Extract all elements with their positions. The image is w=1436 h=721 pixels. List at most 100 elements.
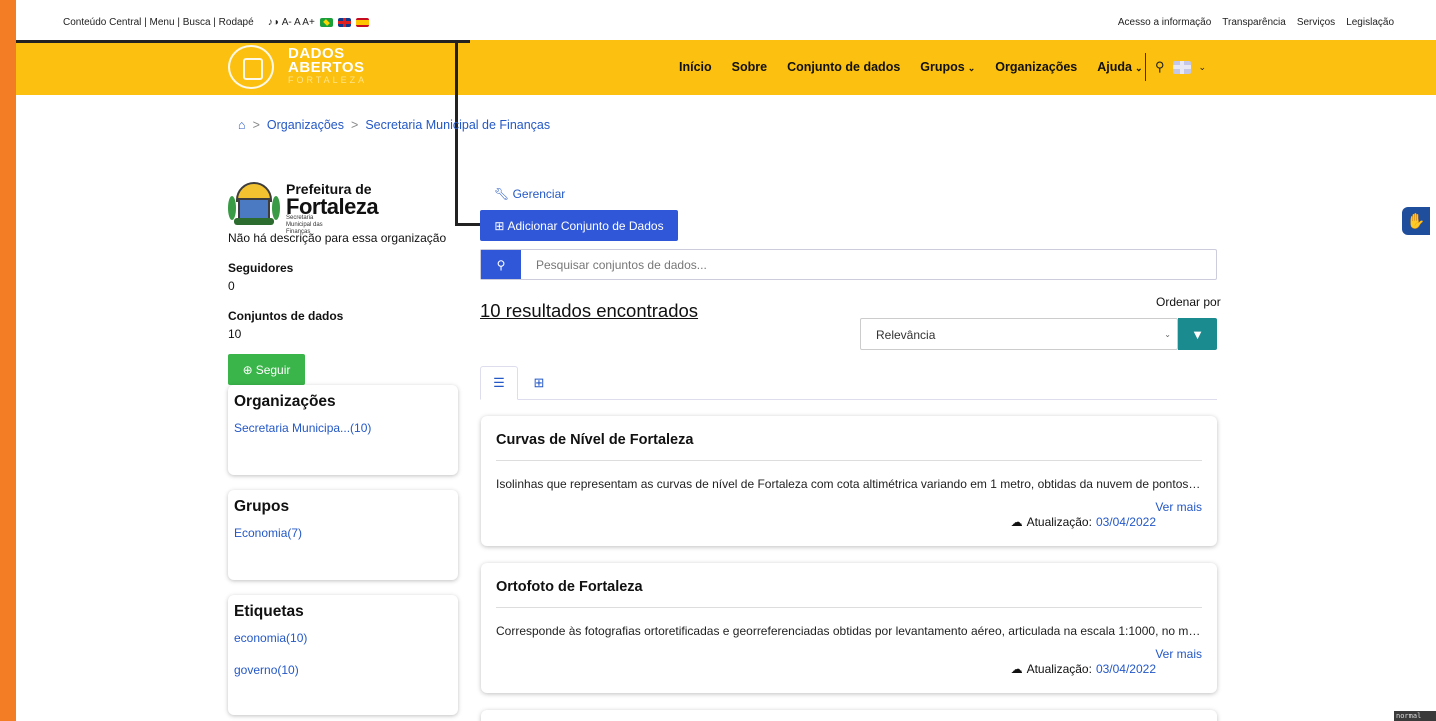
- mode-indicator: normal: [1394, 711, 1436, 721]
- dataset-description: Isolinhas que representam as curvas de n…: [496, 477, 1202, 491]
- facet-groups: Grupos Economia(7): [228, 490, 458, 580]
- annotation-line: [455, 223, 481, 226]
- home-icon[interactable]: ⌂: [238, 118, 246, 132]
- link-legislacao[interactable]: Legislação: [1346, 17, 1394, 28]
- logo-line-2: ABERTOS: [288, 59, 365, 76]
- filter-button[interactable]: ▼: [1178, 318, 1217, 350]
- dataset-title[interactable]: Curvas de Nível de Fortaleza: [496, 416, 1202, 461]
- search-button[interactable]: ⚲: [481, 250, 521, 279]
- main-menu: Início Sobre Conjunto de dados Grupos ⌄ O…: [679, 60, 1143, 74]
- contrast-icon[interactable]: ♪◑: [268, 17, 279, 28]
- dataset-title[interactable]: Ortofoto de Fortaleza: [496, 563, 1202, 608]
- plus-square-icon: ⊞: [494, 218, 505, 233]
- sign-language-icon[interactable]: ✋: [1402, 207, 1430, 235]
- logo-text: DADOS ABERTOS: [288, 46, 365, 76]
- updated-label: Atualização:: [1026, 515, 1092, 529]
- breadcrumb-organizacoes[interactable]: Organizações: [267, 118, 344, 132]
- updated-date: 03/04/2022: [1095, 662, 1156, 676]
- skip-links-text[interactable]: Conteúdo Central | Menu | Busca | Rodapé: [63, 17, 254, 28]
- facet-item[interactable]: economia(10): [234, 631, 452, 645]
- list-icon: ☰: [493, 375, 505, 390]
- dataset-updated: ☁ Atualização: 03/04/2022: [1011, 662, 1156, 676]
- filter-icon: ▼: [1191, 326, 1204, 342]
- link-servicos[interactable]: Serviços: [1297, 17, 1335, 28]
- org-description: Não há descrição para essa organização: [228, 231, 447, 245]
- link-transparencia[interactable]: Transparência: [1222, 17, 1286, 28]
- manage-link-label: Gerenciar: [512, 187, 566, 201]
- accessibility-controls: ♪◑ A- A A+: [268, 17, 369, 28]
- menu-ajuda-label: Ajuda: [1097, 60, 1132, 74]
- chevron-down-icon[interactable]: ⌄: [1199, 62, 1207, 73]
- tab-list-view[interactable]: ☰: [480, 366, 518, 400]
- chevron-down-icon: ⌄: [967, 63, 976, 73]
- dataset-card: Curvas de Nível de Fortaleza Isolinhas q…: [481, 416, 1217, 546]
- site-logo[interactable]: DADOS ABERTOS FORTALEZA: [228, 43, 378, 91]
- tab-grid-view[interactable]: ⊞: [520, 366, 558, 400]
- skip-links: Conteúdo Central | Menu | Busca | Rodapé…: [63, 17, 369, 28]
- see-more-link[interactable]: Ver mais: [1155, 500, 1202, 514]
- menu-ajuda[interactable]: Ajuda ⌄: [1097, 60, 1142, 74]
- breadcrumb-separator: >: [351, 118, 359, 132]
- dataset-card: [481, 710, 1217, 721]
- flag-brazil-icon[interactable]: [319, 18, 333, 27]
- dataset-search: ⚲: [480, 249, 1217, 280]
- link-acesso-informacao[interactable]: Acesso a informação: [1118, 17, 1211, 28]
- search-icon[interactable]: ⚲: [1155, 59, 1165, 75]
- facet-item[interactable]: governo(10): [234, 663, 452, 677]
- gov-links: Acesso a informação Transparência Serviç…: [1118, 17, 1394, 28]
- nav-tools: ⚲ ⌄: [1155, 59, 1206, 75]
- datasets-value: 10: [228, 327, 242, 341]
- page: Conteúdo Central | Menu | Busca | Rodapé…: [16, 0, 1436, 721]
- language-flag-icon[interactable]: [1172, 60, 1191, 74]
- manage-link[interactable]: 🔧︎ Gerenciar: [494, 187, 565, 201]
- wrench-icon: 🔧︎: [494, 187, 510, 201]
- followers-label: Seguidores: [228, 261, 294, 275]
- search-input[interactable]: [521, 250, 1211, 279]
- annotation-line: [16, 40, 470, 43]
- menu-conjunto-de-dados[interactable]: Conjunto de dados: [787, 60, 900, 74]
- cloud-icon: ☁: [1010, 515, 1023, 529]
- logo-emblem-icon: [228, 45, 274, 89]
- breadcrumb-secretaria[interactable]: Secretaria Municipal de Finanças: [365, 118, 550, 132]
- flag-spain-icon[interactable]: [355, 18, 369, 27]
- annotation-line: [455, 40, 458, 226]
- follow-button-label: Seguir: [255, 362, 291, 377]
- facet-title: Organizações: [234, 393, 336, 410]
- facet-organizations: Organizações Secretaria Municipa...(10): [228, 385, 458, 475]
- datasets-label: Conjuntos de dados: [228, 309, 344, 323]
- top-bar: Conteúdo Central | Menu | Busca | Rodapé…: [16, 0, 1436, 40]
- menu-grupos-label: Grupos: [920, 60, 965, 74]
- facet-item[interactable]: Economia(7): [234, 526, 452, 540]
- organization-logo: Prefeitura de Fortaleza Secretaria Munic…: [228, 176, 388, 235]
- flag-uk-icon[interactable]: [337, 18, 351, 27]
- plus-circle-icon: ⊕: [242, 362, 253, 377]
- add-dataset-button-label: Adicionar Conjunto de Dados: [507, 218, 664, 233]
- updated-label: Atualização:: [1026, 662, 1092, 676]
- font-size-controls[interactable]: A- A A+: [282, 17, 315, 28]
- results-count: 10 resultados encontrados: [480, 300, 699, 321]
- order-label: Ordenar por: [1156, 295, 1221, 309]
- logo-line-3: FORTALEZA: [288, 75, 368, 85]
- city-crest-icon: [228, 178, 280, 226]
- dataset-updated: ☁ Atualização: 03/04/2022: [1011, 515, 1156, 529]
- menu-sobre[interactable]: Sobre: [732, 60, 767, 74]
- dataset-card: Ortofoto de Fortaleza Corresponde às fot…: [481, 563, 1217, 693]
- navbar-divider: [1145, 53, 1146, 81]
- view-tabs: ☰ ⊞: [480, 366, 1217, 400]
- search-icon: ⚲: [496, 257, 506, 272]
- dataset-description: Corresponde às fotografias ortoretificad…: [496, 624, 1202, 638]
- followers-value: 0: [228, 279, 235, 293]
- see-more-link[interactable]: Ver mais: [1155, 647, 1202, 661]
- menu-inicio[interactable]: Início: [679, 60, 712, 74]
- add-dataset-button[interactable]: ⊞ Adicionar Conjunto de Dados: [480, 210, 678, 241]
- updated-date: 03/04/2022: [1095, 515, 1156, 529]
- menu-grupos[interactable]: Grupos ⌄: [920, 60, 975, 74]
- facet-title: Etiquetas: [234, 603, 304, 620]
- breadcrumb-separator: >: [252, 118, 260, 132]
- facet-item[interactable]: Secretaria Municipa...(10): [234, 421, 452, 435]
- sort-select[interactable]: Relevância ⌄: [860, 318, 1178, 350]
- follow-button[interactable]: ⊕ Seguir: [228, 354, 305, 385]
- breadcrumb: ⌂ > Organizações > Secretaria Municipal …: [238, 118, 550, 132]
- menu-organizacoes[interactable]: Organizações: [995, 60, 1077, 74]
- cloud-icon: ☁: [1010, 662, 1023, 676]
